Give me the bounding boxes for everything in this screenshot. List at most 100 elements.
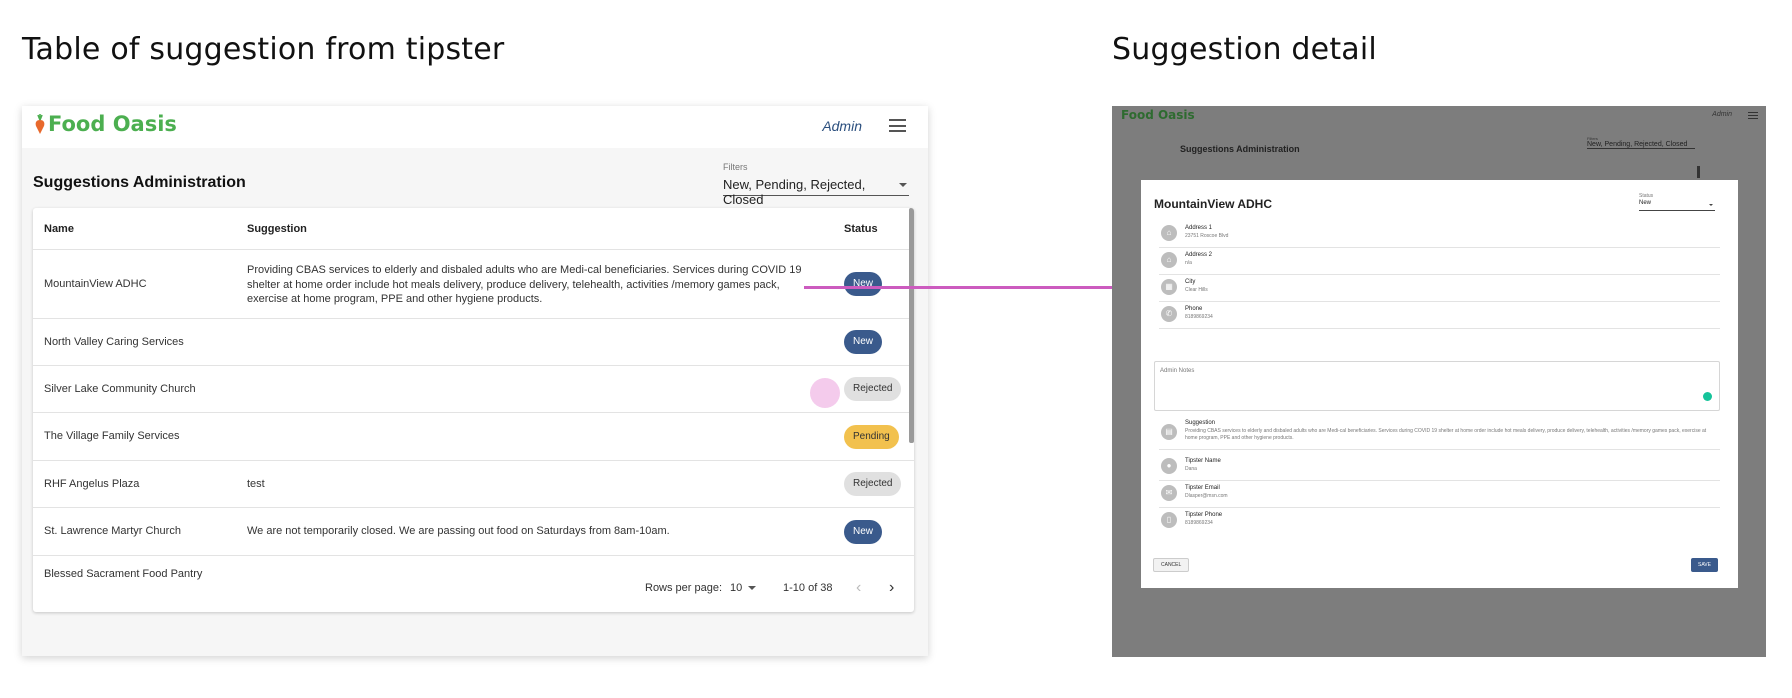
admin-link[interactable]: Admin bbox=[822, 118, 862, 134]
status-badge: Pending bbox=[844, 425, 899, 449]
home-icon: ⌂ bbox=[1161, 252, 1177, 268]
table-scrollbar bbox=[1697, 166, 1700, 178]
person-icon: ● bbox=[1161, 458, 1177, 474]
filters-value: New, Pending, Rejected, Closed bbox=[723, 177, 866, 207]
right-section-heading: Suggestion detail bbox=[1112, 32, 1377, 67]
row-name: St. Lawrence Martyr Church bbox=[44, 525, 181, 537]
field-label: Address 2 bbox=[1185, 252, 1213, 258]
tap-indicator bbox=[810, 378, 840, 408]
mail-icon: ✉ bbox=[1161, 485, 1177, 501]
field-phone: ✆ Phone 8189869234 bbox=[1159, 299, 1720, 329]
field-value[interactable]: n/a bbox=[1185, 260, 1192, 266]
grammarly-icon[interactable] bbox=[1703, 392, 1712, 401]
page-title: Suggestions Administration bbox=[33, 174, 246, 191]
filters-select[interactable]: New, Pending, Rejected, Closed bbox=[723, 177, 909, 207]
field-tipster-name: ● Tipster Name Dana bbox=[1159, 451, 1720, 481]
field-value[interactable]: Dlasper@msn.com bbox=[1185, 493, 1228, 499]
carrot-pin-icon bbox=[35, 114, 45, 134]
status-value: New bbox=[1639, 200, 1652, 206]
status-badge: Rejected bbox=[844, 377, 902, 401]
dialog-title: MountainView ADHC bbox=[1154, 197, 1273, 211]
row-name: North Valley Caring Services bbox=[44, 336, 184, 348]
row-name: RHF Angelus Plaza bbox=[44, 478, 140, 490]
row-name: Silver Lake Community Church bbox=[44, 383, 196, 395]
phone-icon: ✆ bbox=[1161, 306, 1177, 322]
logo-text: Food Oasis bbox=[48, 112, 177, 136]
app-header: Food Oasis Admin bbox=[22, 106, 928, 148]
city-icon: ▦ bbox=[1161, 279, 1177, 295]
hamburger-menu-icon bbox=[1748, 112, 1758, 119]
filters-select-dimmed: Filters New, Pending, Rejected, Closed bbox=[1587, 136, 1695, 149]
chevron-right-icon[interactable]: › bbox=[889, 579, 894, 597]
suggestion-detail-screen: Food Oasis Admin Suggestions Administrat… bbox=[1112, 106, 1766, 657]
hamburger-menu-icon[interactable] bbox=[889, 119, 906, 132]
table-row[interactable]: Silver Lake Community Church Rejected bbox=[33, 366, 914, 413]
table-row[interactable]: MountainView ADHC Providing CBAS service… bbox=[33, 250, 914, 319]
status-badge: Rejected bbox=[844, 472, 902, 496]
app-header-dimmed: Food Oasis Admin bbox=[1112, 106, 1766, 126]
table-row[interactable]: North Valley Caring Services New bbox=[33, 319, 914, 366]
field-value[interactable]: 8189869234 bbox=[1185, 314, 1213, 320]
rows-per-page-select[interactable]: 10 bbox=[730, 582, 742, 594]
left-section-heading: Table of suggestion from tipster bbox=[22, 32, 505, 67]
admin-notes-textarea[interactable]: Admin Notes bbox=[1154, 361, 1720, 411]
field-label: Tipster Email bbox=[1185, 485, 1220, 491]
table-row[interactable]: The Village Family Services Pending bbox=[33, 413, 914, 461]
table-row[interactable]: RHF Angelus Plaza test Rejected bbox=[33, 461, 914, 508]
field-value[interactable]: Clear Hills bbox=[1185, 287, 1208, 293]
field-city: ▦ City Clear Hills bbox=[1159, 272, 1720, 302]
chevron-left-icon[interactable]: ‹ bbox=[856, 579, 861, 597]
pagination-range: 1-10 of 38 bbox=[783, 582, 833, 594]
field-label: Tipster Name bbox=[1185, 458, 1221, 464]
status-select[interactable]: New bbox=[1639, 200, 1715, 211]
chevron-down-icon bbox=[899, 183, 907, 187]
field-label: Suggestion bbox=[1185, 420, 1216, 426]
row-suggestion: Providing CBAS services to elderly and d… bbox=[247, 264, 802, 305]
field-value[interactable]: 8189869234 bbox=[1185, 520, 1213, 526]
food-oasis-logo: Food Oasis bbox=[1121, 108, 1195, 122]
status-badge: New bbox=[844, 272, 883, 296]
page-title-dimmed: Suggestions Administration bbox=[1180, 144, 1300, 154]
chevron-down-icon[interactable] bbox=[748, 586, 756, 590]
filters-label: Filters bbox=[723, 162, 748, 172]
suggestions-table-screen: Food Oasis Admin Suggestions Administrat… bbox=[22, 106, 928, 656]
table-scrollbar[interactable] bbox=[909, 208, 914, 443]
field-value[interactable]: Providing CBAS services to elderly and d… bbox=[1185, 428, 1715, 442]
field-tipster-email: ✉ Tipster Email Dlasper@msn.com bbox=[1159, 478, 1720, 508]
status-label: Status bbox=[1639, 193, 1654, 199]
table-row[interactable]: St. Lawrence Martyr Church We are not te… bbox=[33, 508, 914, 556]
field-value[interactable]: Dana bbox=[1185, 466, 1197, 472]
row-suggestion: We are not temporarily closed. We are pa… bbox=[247, 525, 670, 537]
column-header-name[interactable]: Name bbox=[44, 223, 74, 235]
filters-value: New, Pending, Rejected, Closed bbox=[1587, 141, 1688, 148]
save-button[interactable]: SAVE bbox=[1691, 558, 1718, 572]
table-header: Name Suggestion Status bbox=[33, 208, 914, 250]
field-value[interactable]: 23751 Roscoe Blvd bbox=[1185, 233, 1228, 239]
rows-per-page-label: Rows per page: bbox=[645, 582, 723, 594]
admin-notes-label: Admin Notes bbox=[1160, 368, 1195, 374]
suggestion-detail-dialog: MountainView ADHC Status New ⌂ Address 1… bbox=[1141, 180, 1738, 588]
field-suggestion: ▤ Suggestion Providing CBAS services to … bbox=[1159, 416, 1720, 450]
chevron-down-icon bbox=[1709, 204, 1713, 206]
mobile-icon: ▯ bbox=[1161, 512, 1177, 528]
food-oasis-logo[interactable]: Food Oasis bbox=[34, 112, 177, 136]
status-badge: New bbox=[844, 330, 883, 354]
cancel-button[interactable]: CANCEL bbox=[1153, 558, 1190, 572]
field-address-2: ⌂ Address 2 n/a bbox=[1159, 245, 1720, 275]
suggestions-table: Name Suggestion Status MountainView ADHC… bbox=[33, 208, 914, 612]
home-icon: ⌂ bbox=[1161, 225, 1177, 241]
field-label: Tipster Phone bbox=[1185, 512, 1223, 518]
column-header-suggestion[interactable]: Suggestion bbox=[247, 223, 307, 235]
note-icon: ▤ bbox=[1161, 424, 1177, 440]
pagination-bar: Rows per page: 10 1-10 of 38 ‹ › bbox=[33, 569, 914, 609]
column-header-status[interactable]: Status bbox=[844, 223, 878, 235]
field-label: Phone bbox=[1185, 306, 1203, 312]
field-address-1: ⌂ Address 1 23751 Roscoe Blvd bbox=[1159, 218, 1720, 248]
admin-link: Admin bbox=[1712, 111, 1732, 118]
field-label: Address 1 bbox=[1185, 225, 1213, 231]
row-name: MountainView ADHC bbox=[44, 278, 147, 290]
row-name: The Village Family Services bbox=[44, 430, 180, 442]
row-suggestion: test bbox=[247, 478, 265, 490]
field-tipster-phone: ▯ Tipster Phone 8189869234 bbox=[1159, 505, 1720, 535]
flow-connector-line bbox=[804, 286, 1112, 289]
